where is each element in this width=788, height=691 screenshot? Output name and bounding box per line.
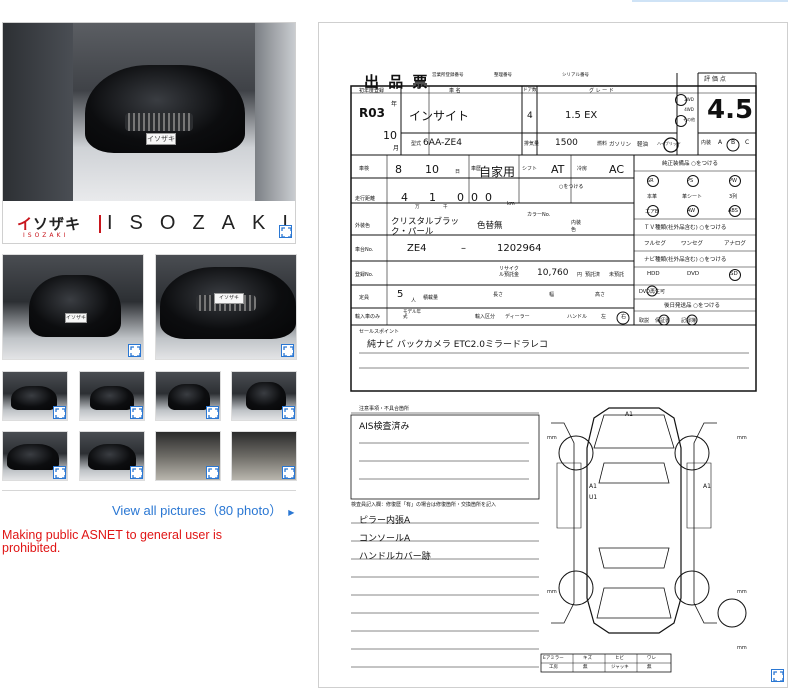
inspector-line: コンソールA (359, 534, 411, 544)
photo-thumb[interactable] (79, 431, 145, 481)
shift: AT (551, 163, 565, 176)
door-count: 4 (527, 111, 533, 121)
mileage-digit: 0 (485, 191, 492, 204)
expand-icon[interactable] (130, 406, 143, 419)
top-tab-strip (632, 0, 788, 2)
photo-thumb[interactable] (231, 371, 297, 421)
reg-year: R03 (359, 106, 385, 120)
inspector-line: ピラー内張A (359, 516, 411, 526)
chassis-number: 1202964 (497, 243, 542, 254)
mileage-digit: 0 (471, 191, 478, 204)
expand-icon[interactable] (53, 406, 66, 419)
inspection-month: 10 (425, 163, 439, 176)
photo-thumb[interactable]: イソザキ (155, 254, 297, 360)
damage-mark: A1 (589, 483, 597, 490)
publication-warning: Making public ASNET to general user is p… (2, 528, 223, 555)
photo-thumb[interactable] (155, 431, 221, 481)
exterior-color: クリスタルブラック・パール (391, 217, 460, 237)
gallery-divider (2, 490, 296, 491)
photo-thumb[interactable] (2, 371, 68, 421)
car-name: インサイト (409, 109, 470, 123)
mileage-digit: 1 (429, 191, 436, 204)
photo-thumb[interactable] (79, 371, 145, 421)
expand-icon[interactable] (282, 406, 295, 419)
drive-options: 2WD 4WD その他 (683, 97, 695, 122)
expand-icon[interactable] (282, 466, 295, 479)
photo-thumb[interactable] (231, 431, 297, 481)
triangle-right-icon: ▶ (288, 508, 295, 517)
auction-sheet[interactable]: 出 品 票 営業所登録番号 整理番号 シリアル番号 評 価 点 初年度登録 車 … (318, 22, 788, 688)
expand-icon[interactable] (281, 344, 294, 357)
usage: 自家用 (479, 165, 516, 179)
inspection-year: 8 (395, 163, 402, 176)
expand-icon[interactable] (279, 225, 292, 238)
main-photo[interactable]: イソザキ イソザキ ISOZAKI ISOZAKI (2, 22, 296, 244)
dealer-logo: イソザキ ISOZAKI ISOZAKI (3, 203, 295, 243)
expand-icon[interactable] (771, 669, 784, 682)
plate: イソザキ (146, 133, 176, 145)
displacement: 1500 (555, 138, 578, 148)
expand-icon[interactable] (206, 406, 219, 419)
photo-thumb[interactable]: イソザキ (2, 254, 144, 360)
model-code: 6AA-ZE4 (423, 138, 462, 148)
score: 4.5 (707, 95, 754, 125)
recycle-fee: 10,760 (537, 268, 569, 278)
mileage-digit: 0 (457, 191, 464, 204)
notes: AIS検査済み (359, 422, 410, 432)
color-change: 色替無 (477, 221, 503, 231)
expand-icon[interactable] (53, 466, 66, 479)
capacity: 5 (397, 289, 404, 300)
chassis-prefix: ZE4 (407, 243, 427, 254)
showroom-scene: イソザキ (3, 23, 295, 201)
damage-mark: U1 (589, 494, 598, 501)
inspector-line: ハンドルカバー跡 (359, 552, 431, 562)
expand-icon[interactable] (206, 466, 219, 479)
mileage-digit: 4 (401, 191, 408, 204)
photo-thumb[interactable] (155, 371, 221, 421)
damage-mark: A1 (625, 411, 633, 418)
expand-icon[interactable] (130, 466, 143, 479)
view-all-pictures-link[interactable]: View all pictures（80 photo） ▶ (112, 500, 294, 519)
expand-icon[interactable] (128, 344, 141, 357)
sales-point: 純ナビ バックカメラ ETC2.0ミラードラレコ (367, 340, 548, 350)
reg-month: 10 (383, 129, 397, 142)
photo-thumb[interactable] (2, 431, 68, 481)
damage-mark: A1 (703, 483, 711, 490)
ac: AC (609, 163, 625, 176)
grade: 1.5 EX (565, 110, 598, 121)
